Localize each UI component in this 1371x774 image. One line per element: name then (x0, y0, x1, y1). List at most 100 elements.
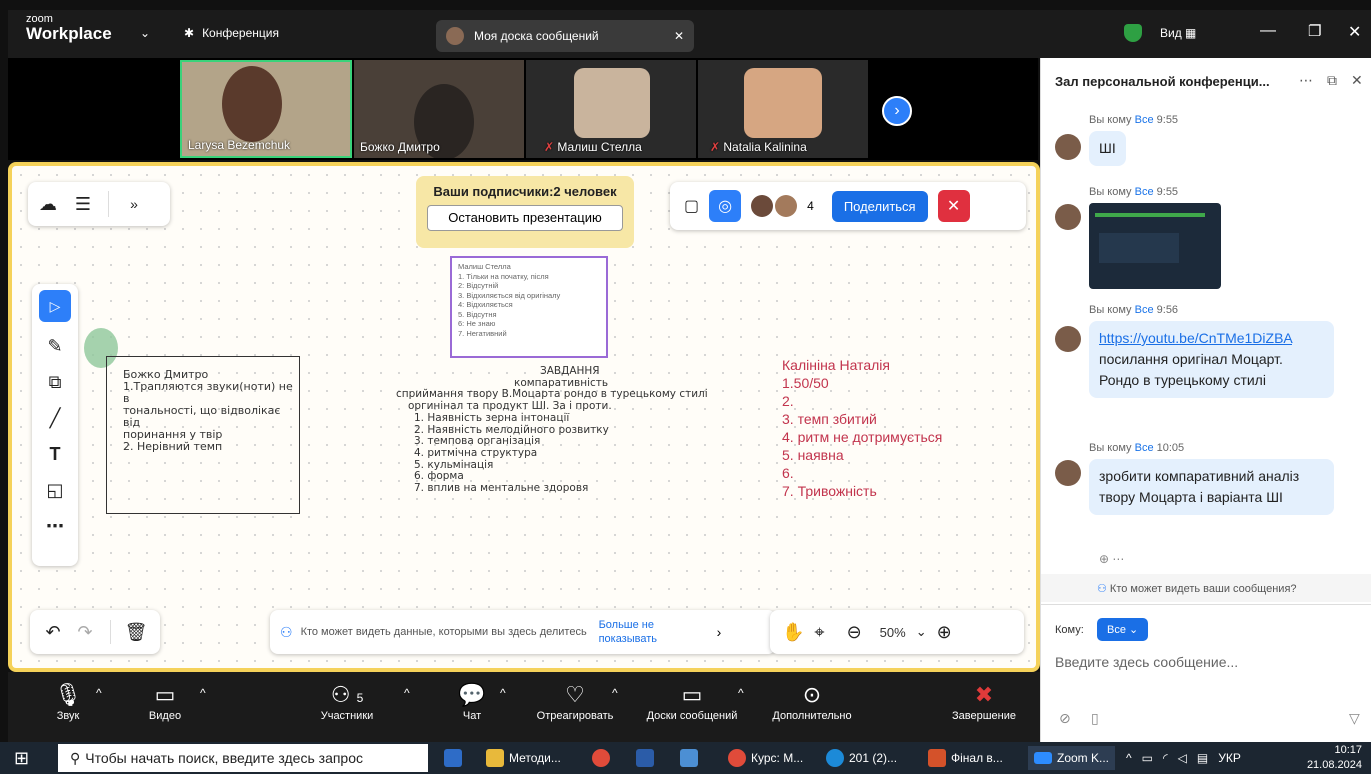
minimize-icon[interactable]: — (1260, 22, 1276, 40)
clock[interactable]: 10:17 21.08.2024 (1306, 743, 1362, 773)
msg-to[interactable]: Все (1135, 114, 1154, 126)
file-icon[interactable]: ▯ (1091, 710, 1099, 727)
react-button[interactable]: ♡ Отреагировать (524, 680, 626, 722)
participants-button[interactable]: ⚇ 5 Участники (312, 680, 382, 722)
cloud-icon[interactable]: ☁ (28, 194, 68, 215)
task-text-block[interactable]: ЗАВДАННЯ компаративність сприймання твор… (396, 365, 736, 495)
taskbar-app[interactable] (680, 746, 698, 770)
taskbar-app[interactable]: Фінал в... (928, 746, 1003, 770)
stop-presentation-button[interactable]: Остановить презентацию (427, 205, 623, 231)
popout-icon[interactable]: ⧉ (1327, 72, 1337, 89)
video-tile[interactable]: Larysa Bezemchuk (180, 60, 352, 158)
system-tray[interactable]: ^ ▭ ◜ ◁ ▤ УКР (1126, 746, 1241, 770)
chevron-up-icon[interactable]: ^ (612, 686, 618, 700)
settings-icon[interactable]: ◎ (709, 190, 742, 222)
trash-icon[interactable]: 🗑 (123, 622, 149, 643)
taskbar-app-zoom[interactable]: Zoom K... (1028, 746, 1116, 770)
microphone-icon: 🎙 (54, 682, 82, 707)
message-bubble[interactable]: ШІ (1089, 131, 1126, 166)
close-board-icon[interactable]: ✕ (937, 190, 970, 222)
send-icon[interactable]: ▽ (1349, 710, 1360, 727)
more-icon[interactable]: ⋯ (1299, 72, 1313, 89)
taskbar-app[interactable] (636, 746, 654, 770)
more-label: Дополнительно (772, 710, 852, 722)
next-page-icon[interactable]: › (882, 96, 912, 126)
chevron-up-icon[interactable]: ^ (404, 686, 410, 700)
sticky-box-stella[interactable]: Малиш Стелла 1. Тільки на початку, після… (450, 256, 608, 358)
red-text-block[interactable]: Калініна Наталія 1.50/50 2. 3. темп збит… (782, 356, 942, 500)
recipient-select[interactable]: Все ⌄ (1097, 618, 1149, 641)
image-attachment[interactable] (1089, 203, 1221, 289)
line-icon[interactable]: ╱ (32, 400, 78, 436)
taskbar-app[interactable]: Методи... (486, 746, 561, 770)
close-icon[interactable]: ✕ (1351, 72, 1363, 89)
windows-start-icon[interactable]: ⊞ (14, 746, 29, 770)
whiteboard[interactable]: ☁ ☰ » Ваши подписчики:2 человек Останови… (8, 162, 1040, 672)
hand-icon[interactable]: ✋ (782, 622, 804, 643)
close-window-icon[interactable]: ✕ (1348, 22, 1361, 42)
audio-button[interactable]: 🎙 Звук (46, 680, 90, 722)
collapse-icon[interactable]: » (119, 196, 149, 212)
select-icon[interactable]: ▷ (39, 290, 71, 322)
menu-icon[interactable]: ☰ (68, 194, 98, 215)
chevron-down-icon[interactable]: ⌄ (140, 26, 150, 40)
people-icon: ⚇ (1097, 583, 1110, 595)
chevron-down-icon[interactable]: ⌄ (916, 624, 927, 640)
message-bubble[interactable]: https://youtu.be/CnTMe1DiZBA посилання о… (1089, 321, 1334, 398)
tab-title: Моя доска сообщений (474, 29, 599, 43)
shapes-icon[interactable]: ⧉ (32, 364, 78, 400)
chevron-up-icon[interactable]: ^ (96, 686, 102, 700)
video-button[interactable]: ▭ Видео (140, 680, 190, 722)
msg-to[interactable]: Все (1135, 304, 1154, 316)
board-tab[interactable]: Моя доска сообщений ✕ (436, 20, 694, 52)
msg-time: 9:55 (1156, 114, 1179, 126)
restore-icon[interactable]: ❐ (1308, 22, 1321, 40)
close-icon[interactable]: ✕ (674, 29, 684, 43)
locate-icon[interactable]: ⌖ (814, 622, 824, 643)
pen-icon[interactable]: ✎ (32, 328, 78, 364)
message-input[interactable]: Введите здесь сообщение... (1055, 654, 1238, 670)
undo-icon[interactable]: ↶ (40, 622, 66, 643)
zoom-level[interactable]: 50% (880, 625, 906, 640)
taskbar-app[interactable] (444, 746, 462, 770)
conference-menu[interactable]: ✱ Конференция (184, 26, 279, 40)
sticky-note-icon[interactable]: ◱ (32, 472, 78, 508)
video-tile[interactable]: Божко Дмитро (354, 60, 524, 158)
text-icon[interactable]: T (32, 436, 78, 472)
more-button[interactable]: ⊙ Дополнительно (760, 680, 864, 722)
chat-panel: Зал персональной конференци... ⋯ ⧉ ✕ Вы … (1040, 58, 1371, 742)
avatar (1055, 134, 1081, 160)
msg-to[interactable]: Все (1135, 186, 1154, 198)
keyboard-icon: ▤ (1196, 751, 1209, 765)
video-tile[interactable]: ✗ Малиш Стелла (526, 60, 696, 158)
share-button[interactable]: Поделиться (831, 190, 928, 222)
chevron-up-icon[interactable]: ^ (500, 686, 506, 700)
zoom-out-icon[interactable]: ⊖ (847, 622, 862, 643)
taskbar-app[interactable]: Курс: М... (728, 746, 803, 770)
format-icon[interactable]: ⊘ (1059, 710, 1071, 727)
comment-icon[interactable]: ▢ (684, 196, 699, 216)
dont-show-link[interactable]: Больше не показывать (599, 618, 709, 646)
video-tile[interactable]: ✗ Natalia Kalinina (698, 60, 868, 158)
search-box[interactable]: ⚲ Чтобы начать поиск, введите здесь запро… (58, 744, 428, 772)
end-button[interactable]: ✖ Завершение (942, 680, 1026, 722)
taskbar-app[interactable]: 201 (2)... (826, 746, 897, 770)
chevron-right-icon[interactable]: › (717, 624, 722, 640)
more-icon[interactable]: ⋯ (32, 508, 78, 544)
taskbar-app[interactable] (592, 746, 610, 770)
youtube-link[interactable]: https://youtu.be/CnTMe1DiZBA (1099, 330, 1292, 346)
redo-icon[interactable]: ↷ (72, 622, 98, 643)
visibility-hint[interactable]: ⚇ Кто может видеть ваши сообщения? (1041, 574, 1371, 602)
note-line: 2: Відсутній (458, 281, 499, 290)
chevron-up-icon[interactable]: ^ (738, 686, 744, 700)
boards-button[interactable]: ▭ Доски сообщений (632, 680, 752, 722)
chevron-up-icon[interactable]: ^ (200, 686, 206, 700)
message-bubble[interactable]: зробити компаративний аналіз твору Моцар… (1089, 459, 1334, 515)
clock-date: 21.08.2024 (1306, 759, 1362, 771)
msg-to[interactable]: Все (1135, 442, 1154, 454)
sticky-box-dmytro[interactable]: Божко Дмитро 1.Трапляются звуки(ноти) не… (106, 356, 300, 514)
reaction-icon[interactable]: ⊕ ⋯ (1099, 552, 1124, 566)
chat-button[interactable]: 💬 Чат (452, 680, 492, 722)
view-button[interactable]: Вид ▦ (1160, 26, 1196, 40)
zoom-in-icon[interactable]: ⊕ (937, 622, 952, 643)
